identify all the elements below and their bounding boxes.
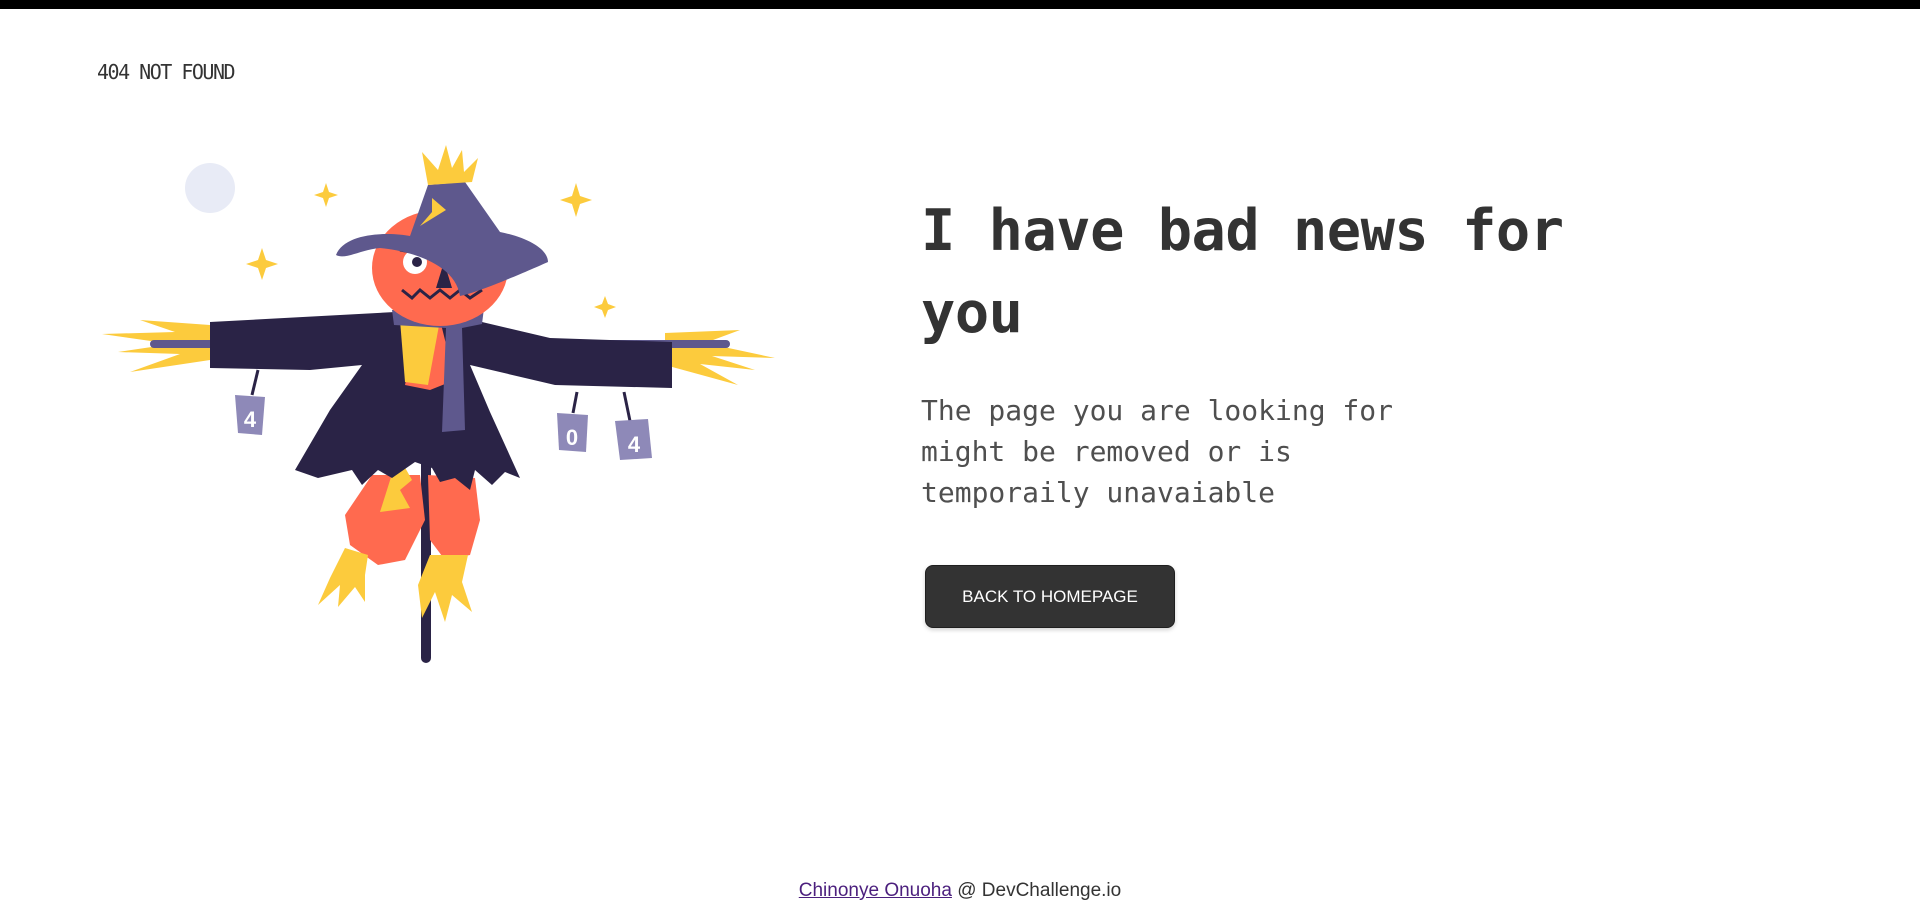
author-link[interactable]: Chinonye Onuoha	[799, 880, 952, 901]
left-leg	[345, 475, 425, 565]
footer: Chinonye Onuoha @ DevChallenge.io	[0, 880, 1920, 902]
scarecrow-illustration: 4 0 4	[102, 145, 775, 663]
svg-text:4: 4	[628, 432, 641, 457]
hat-straw	[422, 145, 478, 185]
page-subtext: The page you are looking for might be re…	[921, 394, 1394, 509]
hanging-can-right: 4	[615, 391, 652, 460]
back-to-homepage-button[interactable]: BACK TO HOMEPAGE	[925, 565, 1175, 628]
page-headline: I have bad news for you	[921, 198, 1564, 346]
hanging-can-middle: 0	[557, 391, 588, 452]
moon-icon	[185, 163, 235, 213]
message-section: I have bad news for you The page you are…	[921, 190, 1681, 628]
right-leg	[428, 475, 480, 560]
svg-text:0: 0	[566, 425, 578, 450]
svg-text:4: 4	[244, 407, 257, 432]
top-bar	[0, 0, 1920, 9]
hanging-can-left: 4	[235, 369, 265, 435]
left-straw-foot	[318, 548, 368, 607]
right-straw-hand	[665, 330, 775, 385]
footer-site: DevChallenge.io	[981, 880, 1122, 901]
footer-separator: @	[957, 880, 977, 901]
site-logo[interactable]: 404 NOT FOUND	[97, 60, 236, 84]
